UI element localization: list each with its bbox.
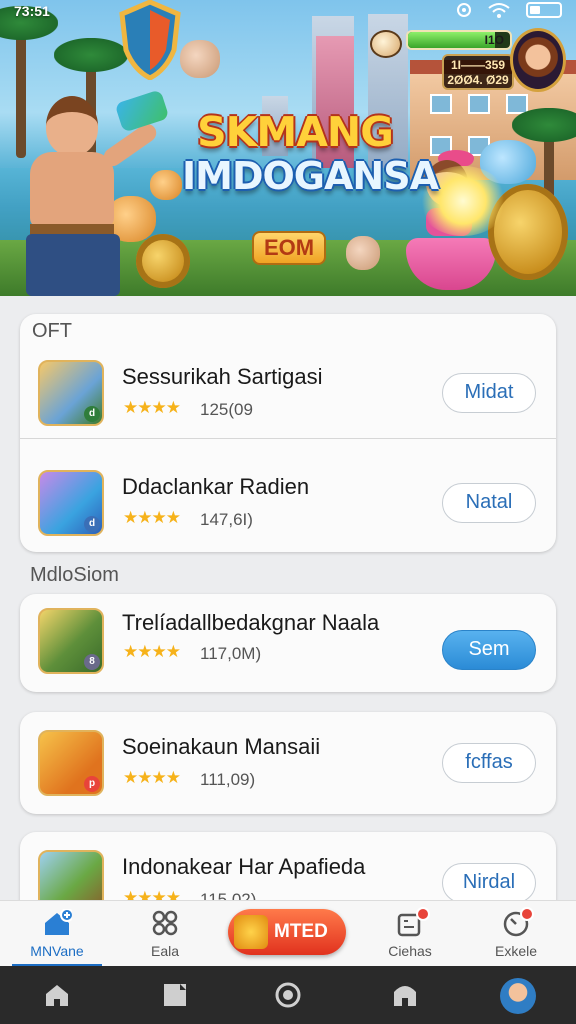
list-item[interactable]: d Ddaclankar Radien ★★★★ 147,6I) Natal bbox=[20, 452, 556, 552]
status-time: 73:51 bbox=[14, 3, 50, 19]
player-avatar[interactable] bbox=[510, 28, 566, 92]
app-thumbnail: d bbox=[38, 360, 104, 426]
game-title-line1: SKMANG bbox=[197, 108, 394, 156]
rating-count: 115,02) bbox=[200, 890, 257, 900]
rating-count: 111,09) bbox=[200, 770, 256, 789]
small-tiger-creature bbox=[150, 170, 182, 200]
gold-coin-icon bbox=[136, 234, 190, 288]
app-action-button[interactable]: Nirdal bbox=[442, 863, 536, 900]
app-action-button[interactable]: fcffas bbox=[442, 743, 536, 783]
star-rating-icon: ★★★★ bbox=[123, 888, 181, 900]
level-bar-fill bbox=[408, 32, 495, 48]
score-panel: 1I——359 2ØØ4. Ø29 bbox=[442, 54, 514, 90]
app-badge-icon: 8 bbox=[84, 654, 100, 670]
back-icon[interactable] bbox=[390, 980, 420, 1010]
star-rating-icon: ★★★★ bbox=[123, 768, 181, 787]
divider bbox=[20, 438, 556, 439]
grid-icon bbox=[152, 910, 178, 936]
rating-count: 117,0M) bbox=[200, 644, 262, 663]
app-action-button-primary[interactable]: Sem bbox=[442, 630, 536, 670]
level-text: I1O bbox=[484, 33, 504, 47]
bird-creature bbox=[346, 236, 380, 270]
app-thumbnail: d bbox=[38, 470, 104, 536]
section-label: OFT bbox=[32, 320, 72, 342]
level-bar: I1O bbox=[406, 30, 512, 50]
hero-banner[interactable]: SKMANG IMDOGANSA EOM 73:51 I1O 1I——359 2… bbox=[0, 0, 576, 296]
app-name: Trelíadallbedakgnar Naala bbox=[122, 610, 380, 635]
game-title-line2: IMDOGANSA bbox=[182, 154, 439, 198]
fire-badge-icon bbox=[234, 915, 268, 949]
tab-home[interactable]: MNVane bbox=[12, 901, 102, 967]
star-rating-icon: ★★★★ bbox=[123, 508, 181, 527]
wifi-icon bbox=[488, 3, 510, 18]
notification-dot bbox=[416, 907, 430, 921]
mted-button[interactable]: MTED bbox=[228, 909, 346, 955]
tab-ciehas[interactable]: Ciehas bbox=[364, 901, 456, 967]
home-icon[interactable] bbox=[42, 980, 72, 1010]
app-name: Sessurikah Sartigasi bbox=[122, 364, 323, 389]
tab-label: Exkele bbox=[494, 943, 538, 959]
app-badge-icon: d bbox=[84, 516, 100, 532]
rating-count: 147,6I) bbox=[200, 510, 253, 529]
app-action-button[interactable]: Natal bbox=[442, 483, 536, 523]
app-thumbnail: p bbox=[38, 730, 104, 796]
player-hud[interactable]: I1O 1I——359 2ØØ4. Ø29 bbox=[370, 24, 566, 96]
section-label: MdloSiom bbox=[30, 564, 119, 586]
list-item[interactable]: Indonakear Har Apafieda ★★★★ 115,02) Nir… bbox=[20, 832, 556, 900]
system-nav-bar bbox=[0, 966, 576, 1024]
tab-label: MNVane bbox=[30, 943, 84, 959]
section-card-oft: OFT d Sessurikah Sartigasi ★★★★ 125(09 M… bbox=[20, 314, 556, 552]
list-row: p Soeinakaun Mansaii ★★★★ 111,09) fcffas bbox=[20, 712, 556, 812]
notification-dot bbox=[520, 907, 534, 921]
app-thumbnail: 8 bbox=[38, 608, 104, 674]
list-row: Indonakear Har Apafieda ★★★★ 115,02) Nir… bbox=[20, 832, 556, 900]
home-badge-icon bbox=[45, 909, 72, 935]
tab-label: Eala bbox=[150, 943, 180, 959]
app-badge-icon: d bbox=[84, 406, 100, 422]
status-bar: 73:51 bbox=[0, 0, 576, 22]
rating-count: 125(09 bbox=[200, 400, 253, 419]
list-item[interactable]: p Soeinakaun Mansaii ★★★★ 111,09) fcffas bbox=[20, 712, 556, 814]
profile-avatar[interactable] bbox=[500, 978, 536, 1014]
app-name: Soeinakaun Mansaii bbox=[122, 734, 321, 759]
location-icon bbox=[457, 3, 471, 17]
list-item[interactable]: d Sessurikah Sartigasi ★★★★ 125(09 Midat bbox=[20, 342, 556, 442]
tab-label: Ciehas bbox=[388, 943, 432, 959]
recent-icon[interactable] bbox=[160, 980, 190, 1010]
mted-label: MTED bbox=[274, 921, 328, 942]
score-line2: 2ØØ4. Ø29 bbox=[447, 73, 509, 87]
pig-creature bbox=[180, 40, 220, 78]
list-item[interactable]: 8 Trelíadallbedakgnar Naala ★★★★ 117,0M)… bbox=[20, 594, 556, 692]
app-thumbnail bbox=[38, 850, 104, 900]
star-rating-icon: ★★★★ bbox=[123, 642, 181, 661]
pet-avatar bbox=[370, 30, 402, 58]
hero-badge-button[interactable]: EOM bbox=[252, 231, 326, 265]
list-row: 8 Trelíadallbedakgnar Naala ★★★★ 117,0M)… bbox=[20, 594, 556, 694]
app-action-button[interactable]: Midat bbox=[442, 373, 536, 413]
app-list[interactable]: OFT d Sessurikah Sartigasi ★★★★ 125(09 M… bbox=[0, 296, 576, 900]
star-rating-icon: ★★★★ bbox=[123, 398, 181, 417]
tab-exkele[interactable]: Exkele bbox=[470, 901, 562, 967]
hero-character bbox=[8, 96, 160, 296]
battery-icon bbox=[526, 2, 562, 18]
score-line1: 1I——359 bbox=[450, 58, 506, 72]
app-badge-icon: p bbox=[84, 776, 100, 792]
app-name: Indonakear Har Apafieda bbox=[122, 854, 366, 879]
app-name: Ddaclankar Radien bbox=[122, 474, 310, 499]
circle-home-icon[interactable] bbox=[273, 980, 303, 1010]
tab-eala[interactable]: Eala bbox=[120, 901, 210, 967]
game-title: SKMANG IMDOGANSA bbox=[182, 108, 439, 198]
